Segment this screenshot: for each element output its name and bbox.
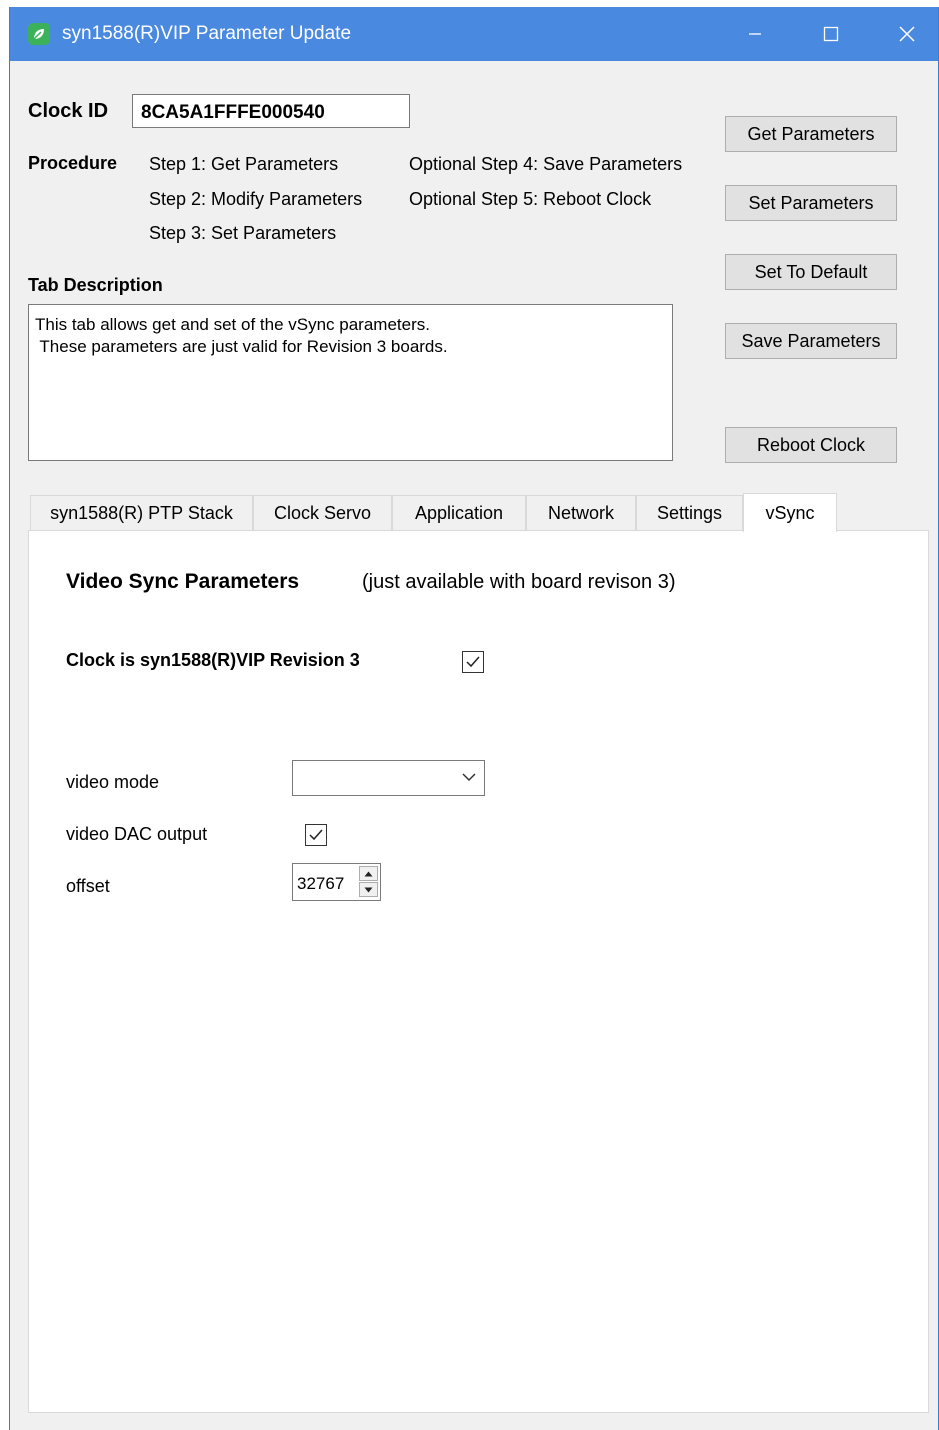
spin-up-button[interactable] bbox=[359, 866, 378, 881]
reboot-clock-button[interactable]: Reboot Clock bbox=[725, 427, 897, 463]
tab-description-text[interactable]: This tab allows get and set of the vSync… bbox=[28, 304, 673, 461]
procedure-step-2: Step 2: Modify Parameters bbox=[149, 189, 363, 209]
offset-label: offset bbox=[66, 876, 110, 896]
tab-ptp-stack[interactable]: syn1588(R) PTP Stack bbox=[30, 495, 253, 531]
clock-id-input[interactable]: 8CA5A1FFFE000540 bbox=[132, 94, 410, 128]
maximize-button[interactable] bbox=[796, 7, 866, 61]
check-icon bbox=[309, 829, 323, 841]
vsync-heading-note: (just available with board revison 3) bbox=[362, 571, 676, 593]
title-bar[interactable]: syn1588(R)VIP Parameter Update bbox=[10, 7, 938, 61]
vsync-heading: Video Sync Parameters bbox=[66, 570, 300, 593]
set-parameters-button[interactable]: Set Parameters bbox=[725, 185, 897, 221]
maximize-icon bbox=[823, 26, 839, 42]
minimize-icon bbox=[749, 33, 761, 35]
video-mode-label: video mode bbox=[66, 772, 160, 792]
offset-value[interactable]: 32767 bbox=[297, 874, 344, 894]
procedure-label: Procedure bbox=[28, 153, 118, 173]
get-parameters-button[interactable]: Get Parameters bbox=[725, 116, 897, 152]
tab-application[interactable]: Application bbox=[392, 495, 526, 531]
video-dac-checkbox[interactable] bbox=[305, 824, 327, 846]
tab-network[interactable]: Network bbox=[526, 495, 636, 531]
video-dac-label: video DAC output bbox=[66, 824, 208, 844]
spin-down-button[interactable] bbox=[359, 882, 378, 897]
check-icon bbox=[466, 656, 480, 668]
window-title: syn1588(R)VIP Parameter Update bbox=[62, 23, 352, 44]
minimize-button[interactable] bbox=[720, 7, 790, 61]
vsync-tab-panel: Video Sync Parameters (just available wi… bbox=[28, 530, 929, 1413]
tab-description-label: Tab Description bbox=[28, 275, 163, 295]
tab-settings[interactable]: Settings bbox=[636, 495, 743, 531]
procedure-step-1: Step 1: Get Parameters bbox=[149, 154, 339, 174]
close-button[interactable] bbox=[872, 7, 939, 61]
chevron-down-icon bbox=[462, 773, 476, 782]
main-window: syn1588(R)VIP Parameter Update Clock ID … bbox=[9, 7, 939, 1430]
app-leaf-icon bbox=[28, 23, 50, 45]
revision-checkbox[interactable] bbox=[462, 651, 484, 673]
procedure-step-4: Optional Step 4: Save Parameters bbox=[409, 154, 683, 174]
procedure-step-3: Step 3: Set Parameters bbox=[149, 223, 337, 243]
triangle-down-icon bbox=[364, 887, 373, 892]
triangle-up-icon bbox=[364, 871, 373, 876]
clock-id-label: Clock ID bbox=[28, 100, 109, 122]
video-mode-select[interactable] bbox=[292, 760, 485, 796]
tab-vsync[interactable]: vSync bbox=[743, 493, 837, 532]
close-icon bbox=[899, 26, 915, 42]
set-to-default-button[interactable]: Set To Default bbox=[725, 254, 897, 290]
offset-spinbox[interactable]: 32767 bbox=[292, 863, 381, 901]
offset-spin-buttons bbox=[359, 866, 378, 898]
procedure-step-5: Optional Step 5: Reboot Clock bbox=[409, 189, 652, 209]
revision-label: Clock is syn1588(R)VIP Revision 3 bbox=[66, 650, 360, 670]
save-parameters-button[interactable]: Save Parameters bbox=[725, 323, 897, 359]
tab-clock-servo[interactable]: Clock Servo bbox=[253, 495, 392, 531]
